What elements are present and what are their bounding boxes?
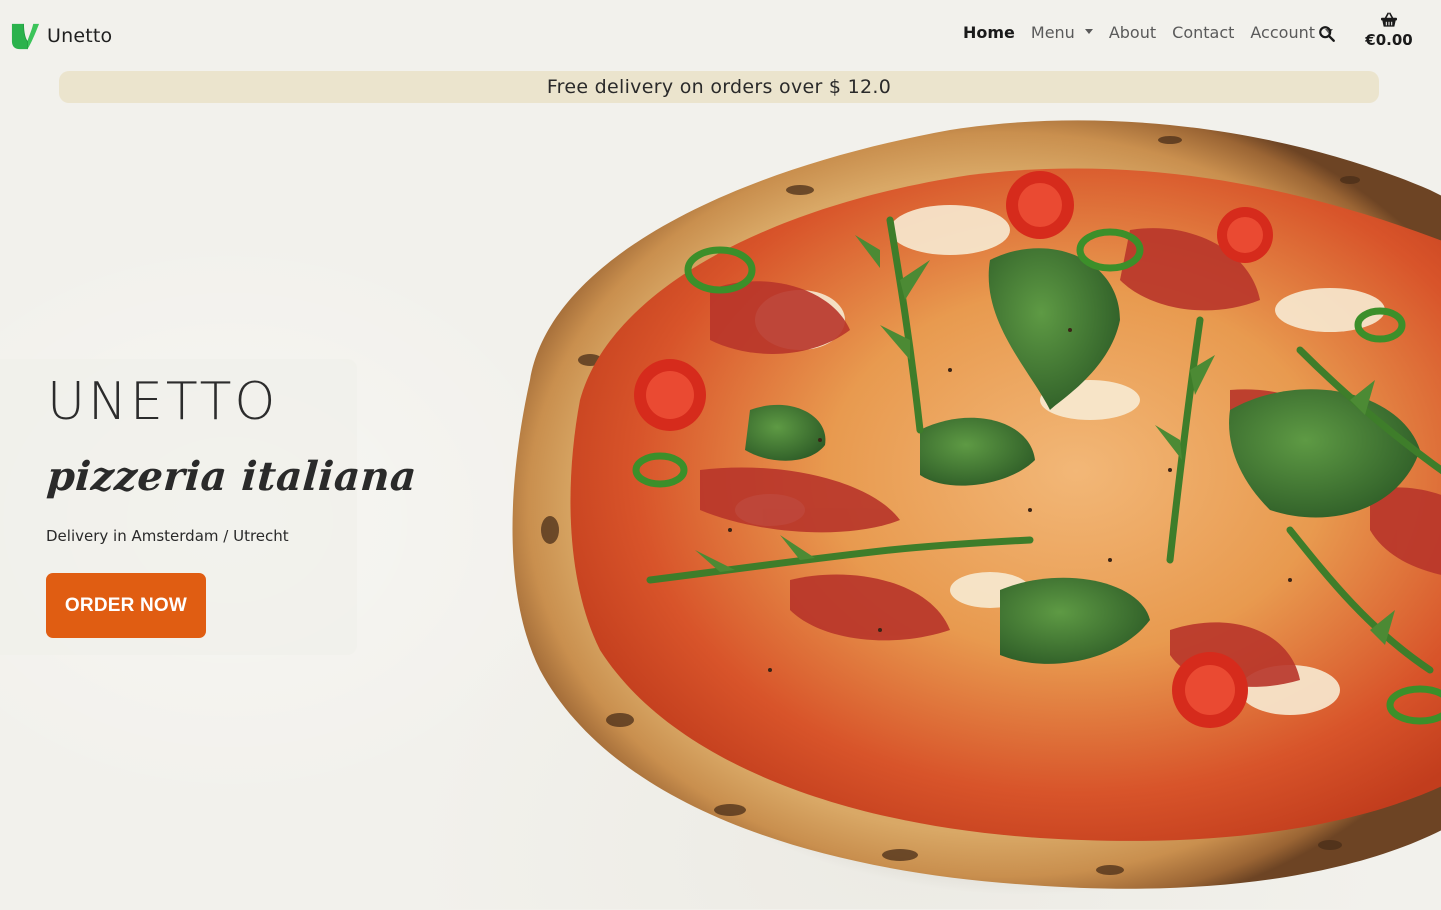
pizza-image [512, 120, 1441, 895]
hero-title: UNETTO [47, 372, 279, 432]
basket-icon [1381, 12, 1397, 27]
nav-about[interactable]: About [1109, 23, 1156, 42]
nav-menu-label: Menu [1030, 23, 1075, 42]
cart-button[interactable]: €0.00 [1362, 12, 1416, 49]
caret-down-icon [1084, 29, 1093, 34]
unetto-leaf-logo-icon [11, 23, 40, 50]
nav-menu-dropdown[interactable]: Menu [1031, 23, 1093, 42]
banner-text: Free delivery on orders over $ 12.0 [546, 76, 892, 98]
nav-about-label: About [1108, 23, 1157, 42]
hero-description: Delivery in Amsterdam / Utrecht [46, 527, 289, 545]
nav-home[interactable]: Home [963, 23, 1015, 42]
order-now-button[interactable]: ORDER NOW [46, 573, 206, 638]
main-nav: Home Menu About Contact Account [963, 23, 1333, 42]
nav-contact[interactable]: Contact [1172, 23, 1234, 42]
hero-subtitle: pizzeria italiana [45, 453, 419, 500]
search-icon[interactable] [1318, 25, 1336, 43]
navbar: Unetto Home Menu About Contact Account €… [0, 0, 1441, 70]
free-delivery-banner: Free delivery on orders over $ 12.0 [59, 71, 1379, 103]
cart-total: €0.00 [1365, 31, 1413, 49]
brand-name: Unetto [47, 24, 113, 47]
nav-home-label: Home [962, 23, 1015, 42]
brand-link[interactable]: Unetto [10, 20, 112, 51]
nav-contact-label: Contact [1172, 23, 1235, 42]
nav-account-label: Account [1250, 23, 1315, 42]
